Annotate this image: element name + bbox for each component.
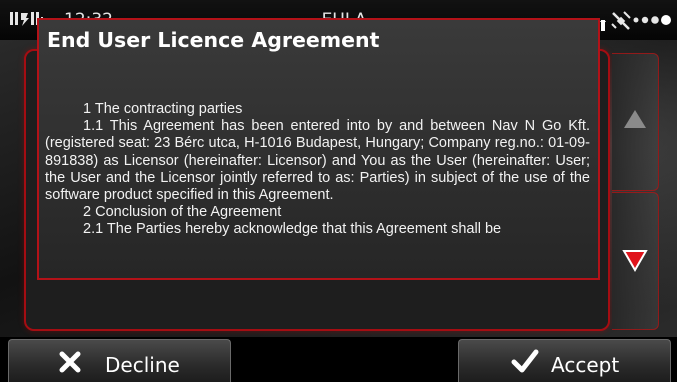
checkmark-icon: [511, 349, 539, 373]
clause-paragraph: 2.1 The Parties hereby acknowledge that …: [83, 221, 502, 238]
clause-paragraph: 1.1 This Agreement has been entered into…: [45, 118, 590, 204]
scroll-up-button[interactable]: [612, 53, 659, 191]
scroll-down-button[interactable]: [612, 192, 659, 330]
arrow-up-icon: [624, 110, 646, 128]
dots-indicator-icon[interactable]: [632, 13, 672, 27]
gps-satellite-icon[interactable]: [610, 10, 632, 30]
accept-label: Accept: [551, 353, 620, 377]
section-heading: 1 The contracting parties: [83, 101, 243, 117]
section-heading: 2 Conclusion of the Agreement: [83, 204, 282, 221]
close-x-icon: [59, 351, 81, 373]
scrollbar-thumb[interactable]: [601, 20, 605, 31]
decline-button[interactable]: Decline: [8, 339, 231, 382]
accept-button[interactable]: Accept: [458, 339, 671, 382]
document-title: End User Licence Agreement: [47, 28, 380, 52]
document-body: 1 The contracting parties 1.1 This Agree…: [45, 101, 590, 239]
eula-text-box[interactable]: End User Licence Agreement 1 The contrac…: [37, 18, 600, 280]
decline-label: Decline: [105, 353, 180, 377]
bottom-bar: Decline Accept: [0, 337, 677, 382]
arrow-down-icon: [622, 250, 648, 272]
